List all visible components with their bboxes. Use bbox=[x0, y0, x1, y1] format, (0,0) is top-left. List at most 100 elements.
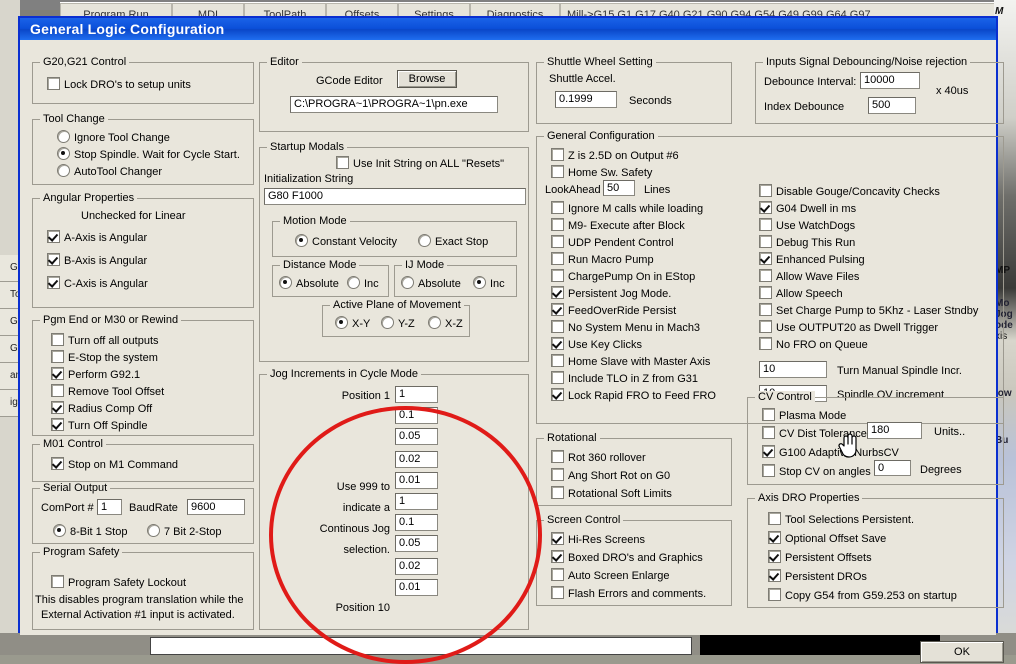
checkbox-box[interactable] bbox=[551, 218, 564, 231]
checkbox-box[interactable] bbox=[51, 384, 64, 397]
jog-increment-input[interactable]: 0.1 bbox=[395, 514, 438, 531]
radio-dot[interactable] bbox=[347, 276, 360, 289]
lookahead-input[interactable]: 50 bbox=[603, 180, 635, 196]
checkbox-ang-short-rot-on-g0[interactable]: Ang Short Rot on G0 bbox=[551, 468, 670, 483]
checkbox-box[interactable] bbox=[51, 333, 64, 346]
baudrate-input[interactable]: 9600 bbox=[187, 499, 245, 515]
stop-cv-angle-input[interactable]: 0 bbox=[874, 460, 911, 476]
checkbox-program-safety-lockout[interactable]: Program Safety Lockout bbox=[51, 575, 186, 590]
checkbox-box[interactable] bbox=[551, 252, 564, 265]
checkbox-lock-dros[interactable]: Lock DRO's to setup units bbox=[47, 77, 191, 92]
checkbox-z-is-2-5d-on-output-6[interactable]: Z is 2.5D on Output #6 bbox=[551, 148, 679, 163]
checkbox-box[interactable] bbox=[551, 532, 564, 545]
checkbox-g04-dwell-in-ms[interactable]: G04 Dwell in ms bbox=[759, 201, 856, 216]
checkbox-no-fro-on-queue[interactable]: No FRO on Queue bbox=[759, 337, 868, 352]
checkbox-box[interactable] bbox=[51, 418, 64, 431]
initialization-string-input[interactable]: G80 F1000 bbox=[264, 188, 526, 205]
jog-increment-input[interactable]: 0.02 bbox=[395, 558, 438, 575]
checkbox-include-tlo-in-z-from-g31[interactable]: Include TLO in Z from G31 bbox=[551, 371, 698, 386]
jog-increment-input[interactable]: 0.05 bbox=[395, 535, 438, 552]
checkbox-box[interactable] bbox=[551, 337, 564, 350]
shuttle-accel-input[interactable]: 0.1999 bbox=[555, 91, 617, 108]
checkbox-box[interactable] bbox=[768, 569, 781, 582]
radio-autotool-changer[interactable]: AutoTool Changer bbox=[57, 164, 162, 179]
checkbox-box[interactable] bbox=[551, 165, 564, 178]
checkbox-box[interactable] bbox=[768, 531, 781, 544]
checkbox-box[interactable] bbox=[51, 457, 64, 470]
checkbox-rotational-soft-limits[interactable]: Rotational Soft Limits bbox=[551, 486, 672, 501]
checkbox-disable-gouge-concavity-checks[interactable]: Disable Gouge/Concavity Checks bbox=[759, 184, 940, 199]
checkbox-box[interactable] bbox=[51, 367, 64, 380]
radio-dot[interactable] bbox=[53, 524, 66, 537]
checkbox-g100-adaptive-nurbscv[interactable]: G100 Adaptive NurbsCV bbox=[762, 445, 899, 460]
radio-dot[interactable] bbox=[279, 276, 292, 289]
radio-plane-yz[interactable]: Y-Z bbox=[381, 316, 415, 331]
checkbox-c-axis-angular[interactable]: C-Axis is Angular bbox=[47, 276, 148, 291]
checkbox-m9-execute-after-block[interactable]: M9- Execute after Block bbox=[551, 218, 685, 233]
checkbox-box[interactable] bbox=[759, 252, 772, 265]
checkbox-boxed-dros-and-graphics[interactable]: Boxed DRO's and Graphics bbox=[551, 550, 703, 565]
checkbox-box[interactable] bbox=[47, 230, 60, 243]
jog-increment-input[interactable]: 1 bbox=[395, 386, 438, 403]
radio-dot[interactable] bbox=[147, 524, 160, 537]
checkbox-a-axis-angular[interactable]: A-Axis is Angular bbox=[47, 230, 147, 245]
checkbox-box[interactable] bbox=[47, 276, 60, 289]
checkbox-box[interactable] bbox=[551, 269, 564, 282]
jog-increment-input[interactable]: 0.1 bbox=[395, 407, 438, 424]
radio-dot[interactable] bbox=[418, 234, 431, 247]
checkbox-no-system-menu-in-mach3[interactable]: No System Menu in Mach3 bbox=[551, 320, 700, 335]
checkbox-b-axis-angular[interactable]: B-Axis is Angular bbox=[47, 253, 147, 268]
debounce-interval-input[interactable]: 10000 bbox=[860, 72, 920, 89]
turn-manual-spindle-incr-input[interactable]: 10 bbox=[759, 361, 827, 378]
checkbox-use-output20-as-dwell-trigger[interactable]: Use OUTPUT20 as Dwell Trigger bbox=[759, 320, 938, 335]
radio-plane-xz[interactable]: X-Z bbox=[428, 316, 463, 331]
checkbox-box[interactable] bbox=[759, 218, 772, 231]
radio-dot[interactable] bbox=[57, 130, 70, 143]
checkbox-feedoverride-persist[interactable]: FeedOverRide Persist bbox=[551, 303, 676, 318]
checkbox-use-init-string-on-all-resets[interactable]: Use Init String on ALL "Resets" bbox=[336, 156, 504, 171]
checkbox-set-charge-pump-5khz[interactable]: Set Charge Pump to 5Khz - Laser Stndby bbox=[759, 303, 978, 318]
checkbox-rot-360-rollover[interactable]: Rot 360 rollover bbox=[551, 450, 646, 465]
checkbox-box[interactable] bbox=[551, 371, 564, 384]
checkbox-remove-tool-offset[interactable]: Remove Tool Offset bbox=[51, 384, 164, 399]
radio-distance-inc[interactable]: Inc bbox=[347, 276, 379, 291]
checkbox-optional-offset-save[interactable]: Optional Offset Save bbox=[768, 531, 886, 546]
checkbox-box[interactable] bbox=[551, 235, 564, 248]
checkbox-run-macro-pump[interactable]: Run Macro Pump bbox=[551, 252, 654, 267]
checkbox-box[interactable] bbox=[768, 588, 781, 601]
checkbox-box[interactable] bbox=[768, 512, 781, 525]
browse-button[interactable]: Browse bbox=[397, 70, 457, 88]
checkbox-auto-screen-enlarge[interactable]: Auto Screen Enlarge bbox=[551, 568, 670, 583]
checkbox-enhanced-pulsing[interactable]: Enhanced Pulsing bbox=[759, 252, 865, 267]
checkbox-radius-comp-off[interactable]: Radius Comp Off bbox=[51, 401, 152, 416]
checkbox-turn-off-spindle[interactable]: Turn Off Spindle bbox=[51, 418, 148, 433]
radio-exact-stop[interactable]: Exact Stop bbox=[418, 234, 488, 249]
radio-dot[interactable] bbox=[381, 316, 394, 329]
checkbox-box[interactable] bbox=[47, 77, 60, 90]
checkbox-estop-the-system[interactable]: E-Stop the system bbox=[51, 350, 158, 365]
checkbox-chargepump-on-in-estop[interactable]: ChargePump On in EStop bbox=[551, 269, 695, 284]
checkbox-box[interactable] bbox=[551, 486, 564, 499]
checkbox-plasma-mode[interactable]: Plasma Mode bbox=[762, 408, 846, 423]
radio-dot[interactable] bbox=[473, 276, 486, 289]
radio-ignore-tool-change[interactable]: Ignore Tool Change bbox=[57, 130, 170, 145]
checkbox-box[interactable] bbox=[551, 388, 564, 401]
radio-ij-inc[interactable]: Inc bbox=[473, 276, 505, 291]
checkbox-debug-this-run[interactable]: Debug This Run bbox=[759, 235, 855, 250]
radio-dot[interactable] bbox=[57, 147, 70, 160]
jog-increment-input[interactable]: 0.01 bbox=[395, 472, 438, 489]
checkbox-box[interactable] bbox=[47, 253, 60, 266]
checkbox-box[interactable] bbox=[759, 235, 772, 248]
checkbox-box[interactable] bbox=[768, 550, 781, 563]
index-debounce-input[interactable]: 500 bbox=[868, 97, 916, 114]
radio-plane-xy[interactable]: X-Y bbox=[335, 316, 370, 331]
checkbox-box[interactable] bbox=[551, 201, 564, 214]
checkbox-box[interactable] bbox=[759, 303, 772, 316]
checkbox-box[interactable] bbox=[551, 468, 564, 481]
checkbox-lock-rapid-fro-to-feed-fro[interactable]: Lock Rapid FRO to Feed FRO bbox=[551, 388, 716, 403]
jog-increment-input[interactable]: 0.05 bbox=[395, 428, 438, 445]
checkbox-allow-wave-files[interactable]: Allow Wave Files bbox=[759, 269, 859, 284]
checkbox-box[interactable] bbox=[551, 450, 564, 463]
radio-dot[interactable] bbox=[335, 316, 348, 329]
checkbox-box[interactable] bbox=[51, 350, 64, 363]
